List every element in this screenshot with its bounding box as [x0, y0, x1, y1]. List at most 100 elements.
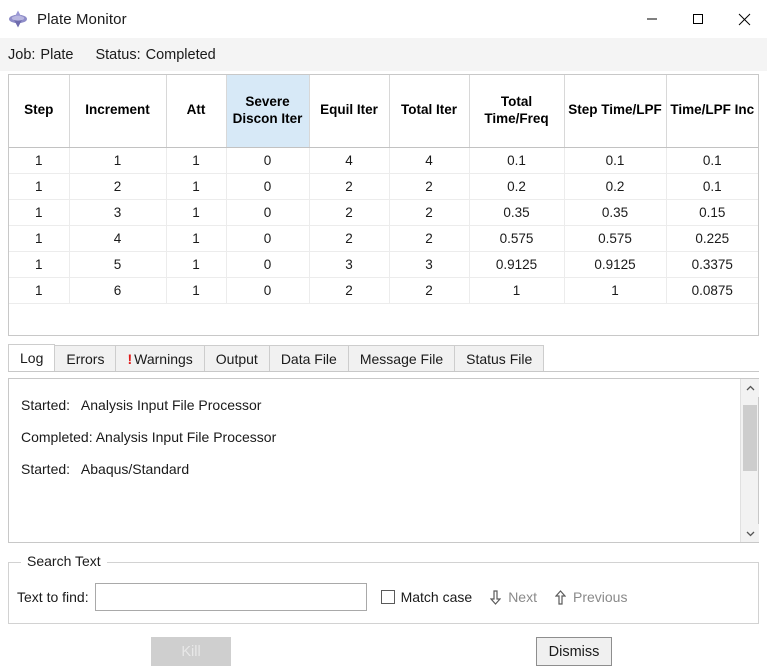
tab-label: Data File: [280, 350, 337, 367]
table-cell: 0: [226, 147, 310, 174]
table-cell: 1: [564, 277, 667, 304]
table-row[interactable]: 1 1 1 0 4 4 0.1 0.1 0.1: [9, 147, 758, 174]
table-cell: 1: [166, 199, 227, 226]
table-cell: 0.2: [564, 173, 667, 200]
table-cell: 2: [69, 173, 167, 200]
dismiss-button[interactable]: Dismiss: [536, 637, 612, 666]
table-cell: 1: [166, 225, 227, 252]
tab-label: Warnings: [134, 350, 193, 367]
table-cell: 1: [166, 277, 227, 304]
table-cell: 1: [166, 173, 227, 200]
table-cell: 4: [389, 147, 470, 174]
table-cell: 0.1: [469, 147, 565, 174]
table-cell: 0: [226, 173, 310, 200]
table-header-row: Step Increment Att Severe Discon Iter Equil …: [9, 75, 758, 148]
table-cell: 1: [69, 147, 167, 174]
tab-output[interactable]: Output: [203, 345, 270, 371]
table-cell: 0.35: [564, 199, 667, 226]
column-header[interactable]: Total Time/Freq: [469, 75, 565, 148]
table-cell: 0.9125: [469, 251, 565, 278]
column-header[interactable]: Step Time/LPF: [564, 75, 667, 148]
arrow-down-icon: [490, 589, 502, 605]
job-value: Plate: [40, 46, 74, 63]
tab-bar: Log Errors! Warnings Output Data File Message…: [8, 344, 759, 372]
minimize-icon[interactable]: [629, 0, 675, 38]
tab-label: Message File: [359, 350, 444, 367]
column-header[interactable]: Severe Discon Iter: [226, 75, 310, 148]
table-cell: 2: [309, 225, 390, 252]
table-row[interactable]: 1 6 1 0 2 2 1 1 0.0875: [9, 277, 758, 304]
table-cell: 0.0875: [666, 277, 758, 304]
tab-label: Errors: [66, 350, 105, 367]
job-status-bar: Job: Plate Status: Completed: [0, 38, 767, 71]
log-scrollbar[interactable]: [740, 379, 759, 542]
column-header[interactable]: Increment: [69, 75, 167, 148]
table-cell: 0.1: [564, 147, 667, 174]
table-cell: 1: [166, 251, 227, 278]
table-cell: 2: [309, 199, 390, 226]
column-header[interactable]: Equil Iter: [309, 75, 390, 148]
table-cell: 1: [9, 251, 70, 278]
job-label: Job:: [8, 46, 36, 63]
table-cell: 0.3375: [666, 251, 758, 278]
table-cell: 2: [309, 277, 390, 304]
table-cell: 1: [469, 277, 565, 304]
tab-data-file[interactable]: Data File: [268, 345, 349, 371]
search-group-title: Search Text: [21, 553, 107, 569]
column-header[interactable]: Total Iter: [389, 75, 470, 148]
table-row[interactable]: 1 5 1 0 3 3 0.9125 0.9125 0.3375: [9, 251, 758, 278]
previous-button[interactable]: Previous: [554, 589, 628, 605]
table-cell: 0: [226, 277, 310, 304]
tab-message-file[interactable]: Message File: [347, 345, 456, 371]
checkbox-box-icon: [380, 590, 395, 604]
table-cell: 0.2: [469, 173, 565, 200]
table-cell: 0.225: [666, 225, 758, 252]
tab-status-file[interactable]: Status File: [454, 345, 545, 371]
table-cell: 0.9125: [564, 251, 667, 278]
next-button[interactable]: Next: [490, 589, 537, 605]
table-cell: 1: [9, 199, 70, 226]
text-to-find-label: Text to find:: [17, 589, 89, 605]
log-line: Completed: Analysis Input File Processor: [21, 429, 277, 445]
search-input[interactable]: [94, 583, 367, 611]
column-header[interactable]: Att: [166, 75, 227, 148]
table-cell: 1: [9, 225, 70, 252]
scrollbar-thumb[interactable]: [743, 405, 757, 471]
tab-label: Output: [215, 350, 258, 367]
log-text-area[interactable]: Started: Analysis Input File Processor Co…: [9, 379, 725, 542]
tab-warnings[interactable]: ! Warnings: [115, 345, 205, 371]
button-bar: Kill Dismiss CSDN @猪脚SHOW: [0, 634, 767, 671]
arrow-up-icon: [554, 589, 566, 605]
warning-exclamation-icon: !: [127, 350, 133, 367]
table-row[interactable]: 1 2 1 0 2 2 0.2 0.2 0.1: [9, 173, 758, 200]
maximize-icon[interactable]: [675, 0, 721, 38]
kill-button[interactable]: Kill: [151, 637, 231, 666]
chevron-up-icon[interactable]: [741, 379, 759, 397]
close-icon[interactable]: [721, 0, 767, 38]
table-cell: 0: [226, 225, 310, 252]
tab-label: Log: [20, 350, 44, 366]
tab-errors[interactable]: Errors: [54, 345, 117, 371]
table-cell: 0: [226, 251, 310, 278]
chevron-down-icon[interactable]: [741, 524, 759, 542]
log-line: Started: Analysis Input File Processor: [21, 397, 262, 413]
table-cell: 2: [389, 225, 470, 252]
search-row: Text to find: Match case Next Previous: [9, 583, 758, 611]
table-cell: 2: [309, 173, 390, 200]
title-bar: Plate Monitor: [0, 0, 767, 38]
search-text-group: Search Text Text to find: Match case Nex…: [8, 553, 759, 624]
column-header[interactable]: Step: [9, 75, 70, 148]
increment-table: Step Increment Att Severe Discon Iter Equil …: [9, 75, 758, 304]
table-row[interactable]: 1 4 1 0 2 2 0.575 0.575 0.225: [9, 225, 758, 252]
match-case-checkbox[interactable]: Match case: [380, 589, 472, 605]
increment-table-container[interactable]: Step Increment Att Severe Discon Iter Equil …: [8, 74, 759, 336]
table-cell: 0.575: [564, 225, 667, 252]
tab-log[interactable]: Log: [8, 344, 56, 371]
table-row[interactable]: 1 3 1 0 2 2 0.35 0.35 0.15: [9, 199, 758, 226]
table-cell: 0.1: [666, 147, 758, 174]
table-cell: 0.1: [666, 173, 758, 200]
tab-label: Status File: [466, 350, 533, 367]
previous-label: Previous: [572, 589, 628, 605]
table-cell: 4: [309, 147, 390, 174]
column-header[interactable]: Time/LPF Inc: [666, 75, 758, 148]
